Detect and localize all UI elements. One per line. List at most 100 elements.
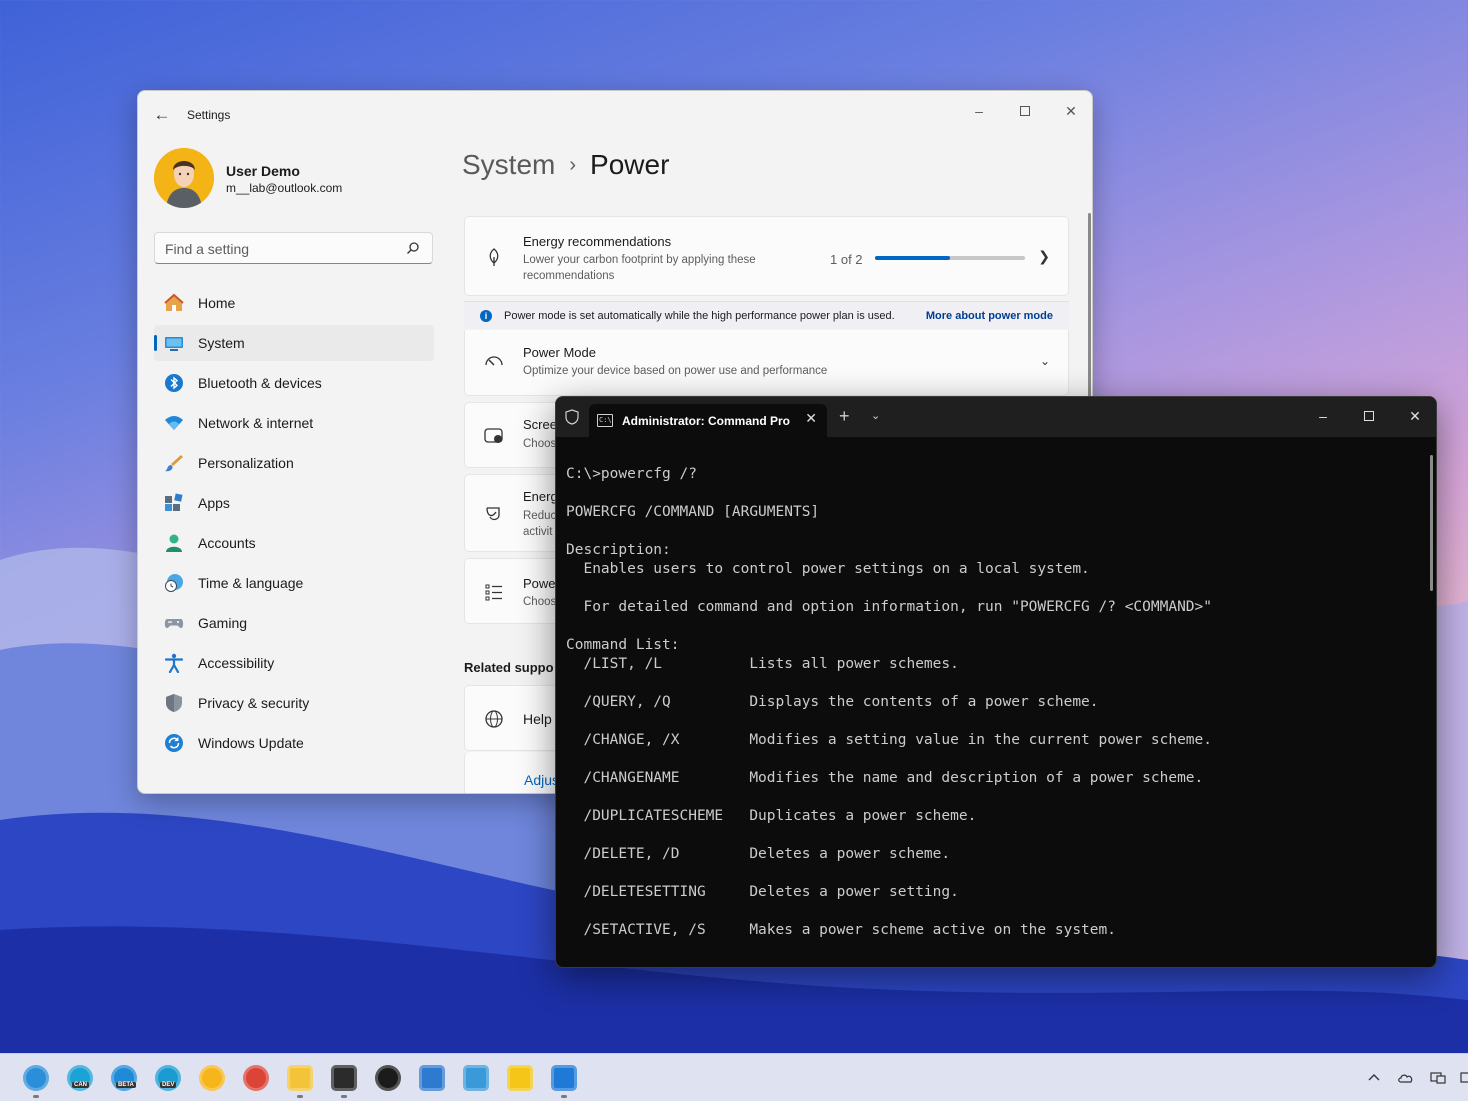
- info-text: Power mode is set automatically while th…: [504, 310, 895, 322]
- sidebar-item-label: Windows Update: [198, 735, 304, 751]
- edge-beta-icon[interactable]: BETA: [111, 1065, 137, 1091]
- display-icon[interactable]: [1458, 1070, 1468, 1086]
- progress-fill: [875, 256, 950, 260]
- chrome-canary-icon[interactable]: [199, 1065, 225, 1091]
- breadcrumb: System › Power: [462, 149, 669, 181]
- sidebar-item-personalization[interactable]: Personalization: [154, 445, 434, 481]
- terminal-icon[interactable]: [331, 1065, 357, 1091]
- maximize-button[interactable]: [1002, 95, 1048, 127]
- energy-recommendations-card[interactable]: Energy recommendations Lower your carbon…: [464, 216, 1069, 296]
- card-title: Power Mode: [523, 345, 596, 360]
- card-title: Energy recommendations: [523, 234, 672, 249]
- search-input[interactable]: [165, 239, 395, 259]
- sidebar-item-network[interactable]: Network & internet: [154, 405, 434, 441]
- scrollbar[interactable]: [1430, 455, 1433, 591]
- apps-icon: [164, 493, 184, 513]
- breadcrumb-parent[interactable]: System: [462, 149, 555, 181]
- sidebar-item-time-language[interactable]: Time & language: [154, 565, 434, 601]
- adjust-link[interactable]: Adjus: [524, 772, 559, 788]
- sidebar-item-label: Home: [198, 295, 236, 311]
- admin-shield-icon: [565, 409, 579, 425]
- progress-bar: [875, 256, 1025, 260]
- edge-dev-icon[interactable]: DEV: [155, 1065, 181, 1091]
- chevron-up-icon[interactable]: [1366, 1070, 1382, 1086]
- home-icon: [164, 293, 184, 313]
- sidebar-item-accessibility[interactable]: Accessibility: [154, 645, 434, 681]
- more-about-power-mode-link[interactable]: More about power mode: [926, 310, 1053, 322]
- accessibility-icon: [164, 653, 184, 673]
- sidebar-item-apps[interactable]: Apps: [154, 485, 434, 521]
- close-tab-icon[interactable]: ✕: [805, 410, 817, 427]
- chrome-icon[interactable]: [243, 1065, 269, 1091]
- notepad-icon[interactable]: [419, 1065, 445, 1091]
- terminal-window: C:\ Administrator: Command Pro ✕ + ⌄ – ✕…: [555, 396, 1437, 968]
- power-mode-card[interactable]: Power Mode Optimize your device based on…: [464, 330, 1069, 396]
- sidebar-item-label: System: [198, 335, 245, 351]
- sidebar-item-accounts[interactable]: Accounts: [154, 525, 434, 561]
- chatgpt-icon[interactable]: [375, 1065, 401, 1091]
- terminal-output[interactable]: C:\>powercfg /? POWERCFG /COMMAND [ARGUM…: [566, 465, 1212, 940]
- network-display-icon[interactable]: [1430, 1070, 1446, 1086]
- chevron-right-icon: ❯: [1038, 248, 1050, 264]
- back-arrow-icon[interactable]: ←: [152, 105, 172, 125]
- globe-icon: [483, 708, 505, 730]
- cmd-icon: C:\: [597, 414, 613, 427]
- avatar[interactable]: [154, 148, 214, 208]
- screen-sleep-icon: [483, 425, 505, 447]
- sidebar-item-bluetooth[interactable]: Bluetooth & devices: [154, 365, 434, 401]
- remote-desktop-icon[interactable]: [463, 1065, 489, 1091]
- onedrive-icon[interactable]: [1398, 1070, 1414, 1086]
- sidebar-item-label: Accounts: [198, 535, 256, 551]
- card-subtitle: Reduc activit: [523, 510, 557, 538]
- edge-canary-icon[interactable]: [23, 1065, 49, 1091]
- new-tab-button[interactable]: +: [839, 406, 850, 427]
- card-title: Powe: [523, 576, 556, 591]
- terminal-line: /SETACTIVE, /S Makes a power scheme acti…: [566, 922, 1116, 938]
- terminal-line: /DUPLICATESCHEME Duplicates a power sche…: [566, 808, 977, 824]
- sidebar-item-system[interactable]: System: [154, 325, 434, 361]
- minimize-button[interactable]: –: [1300, 401, 1346, 431]
- chevron-down-icon[interactable]: ⌄: [1040, 354, 1050, 368]
- edge-can-icon[interactable]: CAN: [67, 1065, 93, 1091]
- sidebar-item-label: Apps: [198, 495, 230, 511]
- card-title: Help: [523, 711, 552, 727]
- leaf-icon: [483, 246, 505, 268]
- sidebar-item-gaming[interactable]: Gaming: [154, 605, 434, 641]
- sidebar-item-label: Time & language: [198, 575, 304, 591]
- maximize-button[interactable]: [1346, 401, 1392, 431]
- sidebar-item-privacy[interactable]: Privacy & security: [154, 685, 434, 721]
- terminal-line: /QUERY, /Q Displays the contents of a po…: [566, 694, 1099, 710]
- terminal-tab-title: Administrator: Command Pro: [622, 414, 791, 428]
- update-icon: [164, 733, 184, 753]
- bluetooth-icon: [164, 373, 184, 393]
- terminal-line: /DELETESETTING Deletes a power setting.: [566, 884, 959, 900]
- running-indicator: [33, 1095, 39, 1098]
- close-button[interactable]: ✕: [1048, 95, 1092, 127]
- terminal-tab[interactable]: C:\ Administrator: Command Pro ✕: [589, 404, 827, 437]
- sidebar-item-home[interactable]: Home: [154, 285, 434, 321]
- card-subtitle: Optimize your device based on power use …: [523, 365, 828, 377]
- app-badge-label: BETA: [116, 1082, 136, 1088]
- app-badge-label: CAN: [72, 1082, 89, 1088]
- page-title: Power: [590, 149, 670, 180]
- sidebar-nav: Home System Bluetooth & devices Network …: [154, 285, 434, 765]
- terminal-titlebar: C:\ Administrator: Command Pro ✕ + ⌄ – ✕: [556, 397, 1436, 437]
- minimize-button[interactable]: –: [956, 95, 1002, 127]
- vscode-icon[interactable]: [551, 1065, 577, 1091]
- file-explorer-icon[interactable]: [287, 1065, 313, 1091]
- terminal-line: For detailed command and option informat…: [566, 599, 1213, 615]
- terminal-line: Description:: [566, 542, 671, 558]
- search-icon[interactable]: [406, 241, 420, 255]
- sidebar-item-windows-update[interactable]: Windows Update: [154, 725, 434, 761]
- search-box: [154, 232, 433, 264]
- chevron-down-icon[interactable]: ⌄: [871, 409, 880, 422]
- running-indicator: [341, 1095, 347, 1098]
- card-title: Energ: [523, 489, 558, 504]
- sticky-notes-icon[interactable]: [507, 1065, 533, 1091]
- close-button[interactable]: ✕: [1392, 401, 1436, 431]
